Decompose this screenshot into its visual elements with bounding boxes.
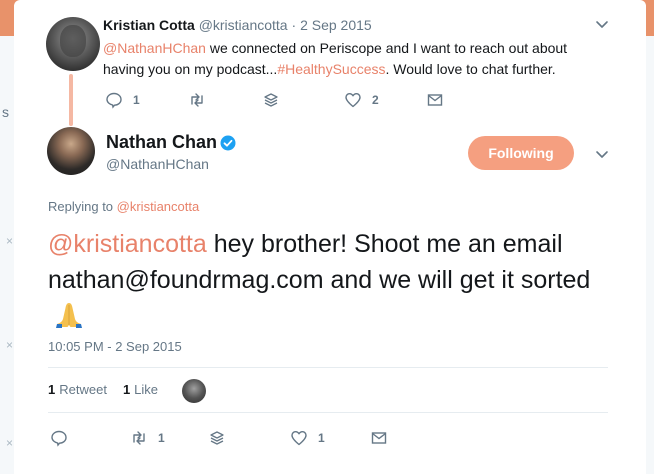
direct-message-button[interactable]: [370, 428, 388, 448]
direct-message-button[interactable]: [426, 90, 444, 110]
like-stat[interactable]: 1 Like: [123, 382, 158, 397]
parent-tweet-header: Kristian Cotta @kristiancotta · 2 Sep 20…: [103, 17, 372, 33]
parent-tweet-text: @NathanHChan we connected on Periscope a…: [103, 38, 603, 80]
avatar[interactable]: [47, 127, 95, 175]
background-close-mark: ×: [6, 338, 14, 352]
like-count: 2: [372, 93, 379, 107]
author-name[interactable]: Nathan Chan: [106, 132, 217, 153]
tweet-detail-card: Kristian Cotta @kristiancotta · 2 Sep 20…: [14, 0, 646, 474]
like-stat-count: 1: [122, 382, 131, 397]
reply-button[interactable]: [50, 428, 68, 448]
divider: [48, 412, 608, 413]
author-name[interactable]: Kristian Cotta: [103, 17, 195, 33]
retweet-stat-label: Retweet: [59, 382, 107, 397]
retweet-icon: [133, 431, 145, 445]
heart-icon: [345, 93, 361, 108]
replying-prefix: Replying to: [48, 199, 117, 214]
following-button[interactable]: Following: [468, 136, 574, 170]
reply-button[interactable]: 1: [105, 90, 140, 110]
tweet-text-part: . Would love to chat further.: [385, 61, 556, 77]
chevron-down-icon[interactable]: [594, 16, 610, 32]
mention-link[interactable]: @kristiancotta: [48, 230, 207, 258]
retweet-stat[interactable]: 1 Retweet: [48, 382, 107, 397]
folded-hands-emoji: [56, 303, 82, 329]
stack-icon: [264, 93, 278, 107]
main-tweet-text: @kristiancotta hey brother! Shoot me an …: [48, 226, 608, 334]
stack-button[interactable]: [208, 428, 226, 448]
tweet-date[interactable]: 2 Sep 2015: [300, 17, 372, 33]
mention-link[interactable]: @NathanHChan: [103, 40, 206, 56]
like-count: 1: [318, 431, 325, 445]
divider: [48, 367, 608, 368]
reply-icon: [106, 92, 122, 109]
reply-count: 1: [133, 93, 140, 107]
background-close-mark: ×: [6, 234, 14, 248]
retweet-count: 1: [158, 431, 165, 445]
retweet-stat-count: 1: [48, 382, 56, 397]
heart-icon: [291, 431, 307, 446]
like-button[interactable]: 1: [290, 428, 325, 448]
hashtag-link[interactable]: #HealthySuccess: [277, 61, 385, 77]
replying-to-label: Replying to @kristiancotta: [48, 199, 199, 214]
tweet-timestamp[interactable]: 10:05 PM - 2 Sep 2015: [48, 339, 182, 354]
background-partial-text: s: [2, 104, 9, 120]
author-handle[interactable]: @kristiancotta: [199, 17, 288, 33]
mail-icon: [371, 432, 387, 444]
retweet-button[interactable]: [188, 90, 206, 110]
stack-button[interactable]: [262, 90, 280, 110]
verified-badge-icon: [220, 135, 236, 151]
background-right-panel: [646, 36, 654, 474]
mail-icon: [427, 94, 443, 106]
replying-to-link[interactable]: @kristiancotta: [117, 199, 200, 214]
header-separator: ·: [287, 17, 301, 33]
avatar[interactable]: [182, 379, 206, 403]
author-handle[interactable]: @NathanHChan: [106, 156, 209, 172]
background-close-mark: ×: [6, 436, 14, 450]
reply-icon: [51, 430, 67, 447]
stack-icon: [210, 431, 224, 445]
thread-connector-line: [69, 74, 73, 126]
avatar[interactable]: [46, 17, 100, 71]
like-stat-label: Like: [134, 382, 159, 397]
engagement-stats: 1 Retweet 1 Like: [48, 382, 158, 397]
chevron-down-icon[interactable]: [594, 146, 610, 162]
retweet-button[interactable]: 1: [130, 428, 165, 448]
retweet-icon: [191, 93, 203, 107]
like-button[interactable]: 2: [344, 90, 379, 110]
